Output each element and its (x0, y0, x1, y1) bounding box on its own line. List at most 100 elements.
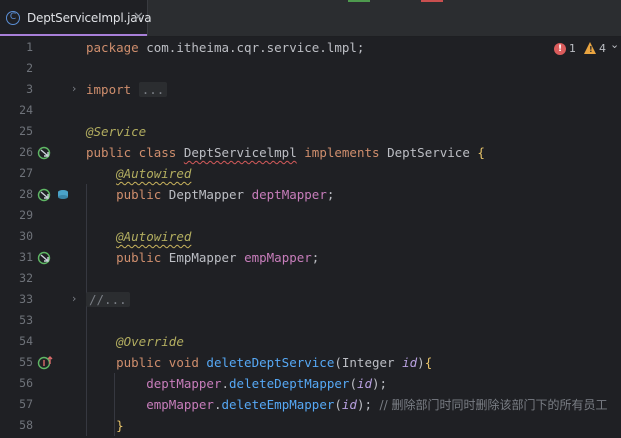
code-text: public class DeptServicelmpl implements … (86, 142, 485, 163)
override-method-icon[interactable] (37, 355, 53, 370)
code-token: com.itheima.cqr.service.lmpl; (146, 40, 365, 55)
code-token: deleteDeptService (206, 355, 335, 370)
close-icon[interactable]: ✕ (133, 10, 144, 25)
bean-injection-icon[interactable] (37, 250, 51, 265)
code-line[interactable]: 54 @Override (0, 331, 621, 352)
code-text: deptMapper.deleteDeptMapper(id); (86, 373, 387, 394)
code-line[interactable]: 3 › import ... (0, 79, 621, 100)
tab-deptserviceimpl[interactable]: C DeptServiceImpl.java ✕ (0, 0, 152, 36)
code-token: id (402, 355, 418, 370)
code-token: @Service (86, 124, 147, 139)
code-token: public (116, 187, 169, 202)
line-number: 30 (19, 229, 33, 243)
code-text: public EmpMapper empMapper; (86, 247, 319, 268)
database-icon[interactable] (56, 187, 70, 201)
line-number: 27 (19, 166, 33, 180)
code-token: deptMapper (146, 376, 222, 391)
code-text: //... (86, 289, 130, 310)
code-text: empMapper.deleteEmpMapper(id); // 删除部门时同… (86, 394, 607, 416)
code-text: public void deleteDeptService(Integer id… (86, 352, 432, 373)
code-line[interactable]: 28 public DeptMapper deptMapper; (0, 184, 621, 205)
line-number: 31 (19, 250, 33, 264)
code-token: ( (334, 397, 342, 412)
code-token: @Autowired (116, 166, 192, 181)
code-line[interactable]: 2 (0, 58, 621, 79)
code-token: package (86, 40, 147, 55)
code-token: DeptService (387, 145, 478, 160)
line-number: 32 (19, 271, 33, 285)
code-text: @Service (86, 121, 146, 142)
code-token: (Integer (334, 355, 403, 370)
code-line[interactable]: 29 (0, 205, 621, 226)
code-line[interactable]: 1 package com.itheima.cqr.service.lmpl; (0, 37, 621, 58)
line-number: 56 (19, 376, 33, 390)
code-token: @Override (116, 334, 184, 349)
code-token: { (477, 145, 485, 160)
code-token: //... (86, 292, 130, 307)
line-number: 29 (19, 208, 33, 222)
code-text: } (86, 415, 124, 436)
code-token: ); (356, 397, 380, 412)
code-token: ); (372, 376, 388, 391)
code-line[interactable]: 53 (0, 310, 621, 331)
active-tab-indicator (0, 34, 147, 36)
code-text: @Autowired (86, 226, 191, 247)
tab-marker (421, 0, 443, 2)
line-number: 54 (19, 334, 33, 348)
code-token: DeptServicelmpl (183, 145, 297, 160)
code-token: } (116, 418, 124, 433)
line-number: 53 (19, 313, 33, 327)
code-line[interactable]: 55 public void deleteDeptService(Integer… (0, 352, 621, 373)
code-token: deleteEmpMapper (221, 397, 335, 412)
bean-injection-icon[interactable] (37, 187, 51, 202)
code-token: public void (116, 355, 207, 370)
code-line[interactable]: 32 (0, 268, 621, 289)
editor-tab-bar: C DeptServiceImpl.java ✕ (0, 0, 621, 37)
code-line[interactable]: 27 @Autowired (0, 163, 621, 184)
code-token: empMapper (244, 250, 312, 265)
code-text: import ... (86, 79, 168, 100)
code-line[interactable]: 24 (0, 100, 621, 121)
code-token: implements (304, 145, 388, 160)
code-line[interactable]: 25 @Service (0, 121, 621, 142)
line-number: 24 (19, 103, 33, 117)
code-token: ( (349, 376, 357, 391)
java-class-icon: C (6, 11, 20, 25)
fold-expand-icon[interactable]: › (72, 83, 76, 95)
line-number: 58 (19, 418, 33, 432)
code-token: public (116, 250, 169, 265)
line-number: 26 (19, 145, 33, 159)
code-text: @Override (86, 331, 184, 352)
code-line[interactable]: 56 deptMapper.deleteDeptMapper(id); (0, 373, 621, 394)
code-line[interactable]: 58 } (0, 415, 621, 436)
code-text: package com.itheima.cqr.service.lmpl; (86, 37, 364, 58)
line-number: 55 (19, 355, 33, 369)
line-number: 1 (26, 40, 33, 54)
code-token: ) (417, 355, 425, 370)
code-line[interactable]: 57 empMapper.deleteEmpMapper(id); // 删除部… (0, 394, 621, 415)
code-token: @Autowired (116, 229, 192, 244)
code-line[interactable]: 30 @Autowired (0, 226, 621, 247)
code-token: id (341, 397, 357, 412)
fold-expand-icon[interactable]: › (72, 293, 76, 305)
code-editor[interactable]: ! 1 ! 4 ⌄ 1 package com.itheima.cqr.servi… (0, 37, 621, 438)
code-token: public class (86, 145, 184, 160)
code-token: ; (326, 187, 335, 202)
code-token: id (356, 376, 373, 391)
code-token: empMapper (146, 397, 214, 412)
implementation-icon[interactable] (37, 145, 51, 160)
code-token: . (221, 376, 230, 391)
code-line[interactable]: 33 › //... (0, 289, 621, 310)
code-line[interactable]: 31 public EmpMapper empMapper; (0, 247, 621, 268)
line-number: 3 (26, 82, 33, 96)
code-text: public DeptMapper deptMapper; (86, 184, 334, 205)
code-token: DeptMapper (168, 187, 252, 202)
code-line[interactable]: 26 public class DeptServicelmpl implement… (0, 142, 621, 163)
